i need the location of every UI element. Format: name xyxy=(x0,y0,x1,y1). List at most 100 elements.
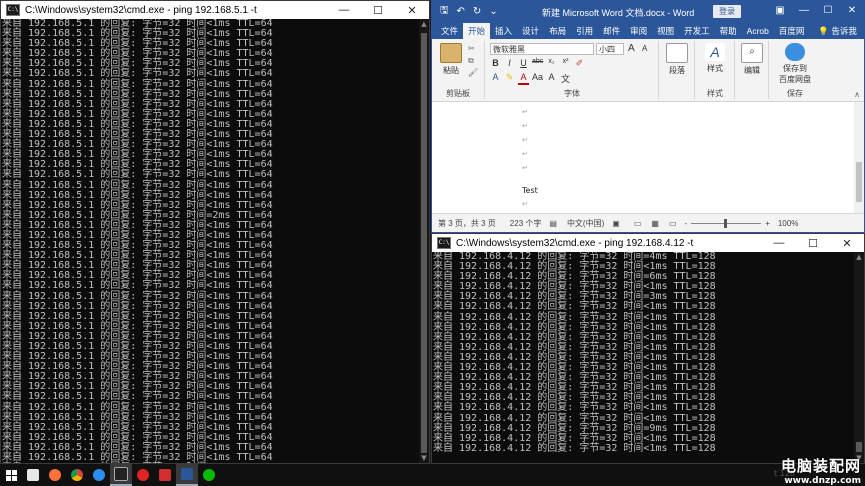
cmd-titlebar[interactable]: C:\ C:\Windows\system32\cmd.exe - ping 1… xyxy=(1,1,429,19)
collapse-ribbon-icon[interactable]: ∧ xyxy=(854,90,860,99)
tab-file[interactable]: 文件 xyxy=(436,23,463,39)
tab-design[interactable]: 设计 xyxy=(517,23,544,39)
cmd-titlebar[interactable]: C:\ C:\Windows\system32\cmd.exe - ping 1… xyxy=(432,234,864,252)
close-icon[interactable]: ✕ xyxy=(395,1,429,19)
editing-button[interactable]: ⌕ 编辑 xyxy=(739,43,765,76)
taskbar-word[interactable] xyxy=(176,464,198,486)
grow-font-icon[interactable]: A xyxy=(628,43,635,54)
tab-home[interactable]: 开始 xyxy=(463,23,491,39)
taskbar-netease[interactable] xyxy=(132,464,154,486)
text-effects-icon[interactable]: A xyxy=(490,72,501,85)
page-count[interactable]: 第 3 页，共 3 页 xyxy=(438,218,496,229)
word-window[interactable]: 🖫 ↶ ↻ ⌄ 新建 Microsoft Word 文档.docx - Word… xyxy=(431,0,865,233)
taskbar-app-red[interactable] xyxy=(154,464,176,486)
subscript-icon[interactable]: x₂ xyxy=(546,58,557,69)
document-page[interactable]: ↵ ↵ ↵ ↵ ↵ Test ↵ xyxy=(432,102,854,215)
maximize-icon[interactable]: ☐ xyxy=(816,1,840,21)
strikethrough-icon[interactable]: abc xyxy=(532,58,543,69)
shrink-font-icon[interactable]: A xyxy=(642,44,647,53)
zoom-in-button[interactable]: + xyxy=(765,219,770,228)
undo-icon[interactable]: ↶ xyxy=(457,6,465,17)
minimize-icon[interactable]: — xyxy=(792,1,816,21)
font-color-icon[interactable]: A xyxy=(518,72,529,85)
word-scrollbar[interactable] xyxy=(854,102,864,215)
paragraph-button[interactable]: 段落 xyxy=(664,43,690,76)
minimize-icon[interactable]: — xyxy=(327,1,361,19)
font-name-select[interactable]: 微软雅黑 xyxy=(490,43,594,55)
scroll-thumb[interactable] xyxy=(856,162,862,202)
scroll-down-icon[interactable]: ▼ xyxy=(419,453,429,463)
language-indicator[interactable]: 中文(中国) xyxy=(567,218,604,229)
watermark: 电脑装配网 www.dnzp.com xyxy=(781,455,861,486)
minimize-icon[interactable]: — xyxy=(762,234,796,252)
save-to-baidu-button[interactable]: 保存到 百度网盘 xyxy=(774,43,816,85)
italic-icon[interactable]: I xyxy=(504,58,515,69)
tab-insert[interactable]: 插入 xyxy=(490,23,517,39)
taskbar: t 128 电脑装配网 www.dnzp.com xyxy=(0,457,865,486)
cmd-window-ping-4-12[interactable]: C:\ C:\Windows\system32\cmd.exe - ping 1… xyxy=(431,233,865,464)
tab-view[interactable]: 视图 xyxy=(652,23,679,39)
zoom-level[interactable]: 100% xyxy=(778,219,798,228)
cut-icon[interactable]: ✂ xyxy=(468,43,478,55)
tab-layout[interactable]: 布局 xyxy=(544,23,571,39)
taskbar-app-blue[interactable] xyxy=(88,464,110,486)
taskbar-file-explorer[interactable] xyxy=(22,464,44,486)
tab-references[interactable]: 引用 xyxy=(571,23,598,39)
underline-icon[interactable]: U xyxy=(518,58,529,69)
cmd-scrollbar[interactable]: ▲ ▼ xyxy=(419,19,429,463)
paragraph-mark: ↵ xyxy=(522,164,528,172)
char-shading-icon[interactable]: A xyxy=(546,72,557,85)
tab-mailings[interactable]: 邮件 xyxy=(598,23,625,39)
scroll-up-icon[interactable]: ▲ xyxy=(419,19,429,29)
save-icon[interactable]: 🖫 xyxy=(440,3,449,20)
highlight-icon[interactable]: ✎ xyxy=(504,72,515,85)
scroll-thumb[interactable] xyxy=(421,33,427,453)
tell-me-label: 告诉我 xyxy=(831,26,857,36)
paste-button[interactable]: 粘贴 xyxy=(438,43,464,76)
print-layout-icon[interactable]: ▦ xyxy=(651,219,659,228)
bold-icon[interactable]: B xyxy=(490,58,501,69)
proofing-icon[interactable]: ▤ xyxy=(549,219,557,228)
document-text[interactable]: Test xyxy=(522,186,538,195)
phonetic-icon[interactable]: 文 xyxy=(560,72,571,85)
zoom-out-button[interactable]: - xyxy=(685,219,688,228)
cmd-scrollbar[interactable]: ▲ ▼ xyxy=(854,252,864,463)
word-titlebar[interactable]: 🖫 ↶ ↻ ⌄ 新建 Microsoft Word 文档.docx - Word… xyxy=(432,1,864,21)
web-layout-icon[interactable]: ▭ xyxy=(669,219,677,228)
clear-format-icon[interactable]: ✐ xyxy=(574,58,585,69)
taskbar-firefox[interactable] xyxy=(44,464,66,486)
copy-icon[interactable]: ⧉ xyxy=(468,55,478,67)
cmd-window-ping-5-1[interactable]: C:\ C:\Windows\system32\cmd.exe - ping 1… xyxy=(0,0,430,464)
word-count[interactable]: 223 个字 xyxy=(510,218,542,229)
redo-icon[interactable]: ↻ xyxy=(473,6,481,17)
scroll-thumb[interactable] xyxy=(856,442,862,452)
change-case-icon[interactable]: Aa xyxy=(532,72,543,85)
tab-baidu[interactable]: 百度网 xyxy=(774,23,810,39)
editing-group: ⌕ 编辑 xyxy=(736,41,769,99)
tell-me-search[interactable]: 💡 告诉我 xyxy=(813,23,861,39)
customize-qat-icon[interactable]: ⌄ xyxy=(489,6,497,17)
close-icon[interactable]: ✕ xyxy=(830,234,864,252)
tab-acrobat[interactable]: Acrob xyxy=(742,23,774,39)
maximize-icon[interactable]: ☐ xyxy=(361,1,395,19)
taskbar-wechat[interactable] xyxy=(198,464,220,486)
close-icon[interactable]: ✕ xyxy=(840,1,864,21)
maximize-icon[interactable]: ☐ xyxy=(796,234,830,252)
ribbon-display-icon[interactable]: ▣ xyxy=(768,1,792,21)
styles-button[interactable]: A 样式 xyxy=(702,43,728,74)
tab-review[interactable]: 审阅 xyxy=(625,23,652,39)
taskbar-cmd[interactable] xyxy=(110,464,132,486)
tab-developer[interactable]: 开发工 xyxy=(679,23,715,39)
scroll-up-icon[interactable]: ▲ xyxy=(854,252,864,262)
superscript-icon[interactable]: x² xyxy=(560,58,571,69)
font-size-select[interactable]: 小四 xyxy=(596,43,624,55)
start-button[interactable] xyxy=(0,464,22,486)
tab-help[interactable]: 帮助 xyxy=(715,23,742,39)
zoom-slider-thumb[interactable] xyxy=(724,218,728,228)
taskbar-chrome[interactable] xyxy=(66,464,88,486)
read-mode-icon[interactable]: ▭ xyxy=(634,219,642,228)
format-painter-icon[interactable]: 🖌 xyxy=(468,67,478,79)
zoom-slider[interactable] xyxy=(691,218,762,228)
login-button[interactable]: 登录 xyxy=(713,5,741,18)
macro-icon[interactable]: ▣ xyxy=(612,219,620,228)
